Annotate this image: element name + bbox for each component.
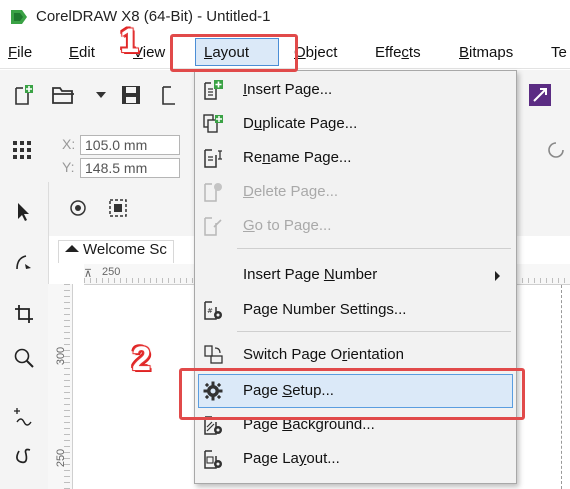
insert-page-icon	[204, 80, 223, 100]
home-icon	[65, 245, 79, 252]
menu-item-insert-page-number[interactable]: Insert Page Number	[195, 258, 516, 292]
menu-separator	[237, 248, 511, 249]
menu-effects[interactable]: Effects	[375, 44, 421, 61]
menu-item-page-number-settings[interactable]: # Page Number Settings...	[195, 293, 516, 327]
page-layout-icon	[204, 450, 222, 469]
page-border	[561, 285, 562, 489]
rename-page-icon	[204, 149, 222, 168]
artistic-media-tool-icon[interactable]	[14, 446, 34, 468]
corel-connect-icon[interactable]	[529, 84, 551, 106]
open-folder-icon[interactable]	[52, 85, 76, 105]
menu-text[interactable]: Te	[551, 44, 567, 61]
switch-orientation-icon	[204, 345, 223, 364]
x-label: X:	[62, 136, 76, 152]
page-number-settings-icon: #	[204, 301, 222, 320]
shape-tool-icon[interactable]	[14, 252, 34, 272]
zoom-tool-icon[interactable]	[13, 347, 35, 369]
delete-page-icon	[204, 183, 222, 202]
menu-object[interactable]: Object	[294, 44, 337, 61]
pick-tool-icon[interactable]	[16, 202, 32, 222]
vertical-ruler[interactable]: 300 250	[48, 284, 73, 489]
go-to-page-icon	[204, 217, 222, 236]
menu-item-duplicate-page[interactable]: Duplicate Page...	[195, 107, 516, 141]
crop-tool-icon[interactable]	[14, 304, 34, 324]
tab-welcome-screen[interactable]: Welcome Sc	[58, 240, 174, 263]
ruler-label-250: 250	[102, 266, 121, 278]
menu-file[interactable]: File	[8, 44, 32, 61]
menu-item-page-layout[interactable]: Page Layout...	[195, 442, 516, 476]
new-document-icon[interactable]	[14, 84, 34, 106]
step-2-callout: 2	[132, 340, 151, 378]
menu-bitmaps[interactable]: Bitmaps	[459, 44, 513, 61]
toolbox	[0, 182, 49, 489]
annotation-highlight-page-setup	[179, 368, 525, 420]
step-1-callout: 1	[120, 22, 139, 60]
coreldraw-logo-icon	[10, 8, 28, 26]
chevron-down-icon[interactable]	[96, 92, 106, 98]
freehand-tool-icon[interactable]	[14, 404, 34, 428]
save-icon[interactable]	[121, 85, 141, 105]
page-size-grid-icon[interactable]	[12, 140, 32, 160]
menu-edit[interactable]: Edit	[69, 44, 95, 61]
duplicate-page-icon	[203, 114, 223, 133]
menu-item-go-to-page: Go to Page...	[195, 209, 516, 243]
menu-item-insert-page[interactable]: Insert Page...	[195, 73, 516, 107]
svg-text:#: #	[207, 307, 213, 315]
rotate-icon[interactable]	[546, 140, 566, 160]
menu-separator	[237, 331, 511, 332]
title-bar: CorelDRAW X8 (64-Bit) - Untitled-1	[0, 0, 570, 34]
node-edit-tool-icon[interactable]	[68, 198, 88, 218]
snap-icon[interactable]	[108, 198, 128, 218]
layout-menu-dropdown: Insert Page... Duplicate Page... Rename …	[194, 70, 517, 484]
y-position-field[interactable]: 148.5 mm	[80, 158, 180, 178]
submenu-arrow-icon	[495, 271, 500, 281]
menu-item-delete-page: Delete Page...	[195, 175, 516, 209]
y-label: Y:	[62, 159, 75, 175]
menu-item-rename-page[interactable]: Rename Page...	[195, 141, 516, 175]
menu-item-switch-page-orientation[interactable]: Switch Page Orientation	[195, 338, 516, 372]
print-icon[interactable]	[161, 84, 177, 106]
x-position-field[interactable]: 105.0 mm	[80, 135, 180, 155]
annotation-highlight-layout-menu	[170, 34, 298, 72]
window-title: CorelDRAW X8 (64-Bit) - Untitled-1	[36, 8, 271, 25]
ruler-ticks-v	[64, 284, 70, 489]
